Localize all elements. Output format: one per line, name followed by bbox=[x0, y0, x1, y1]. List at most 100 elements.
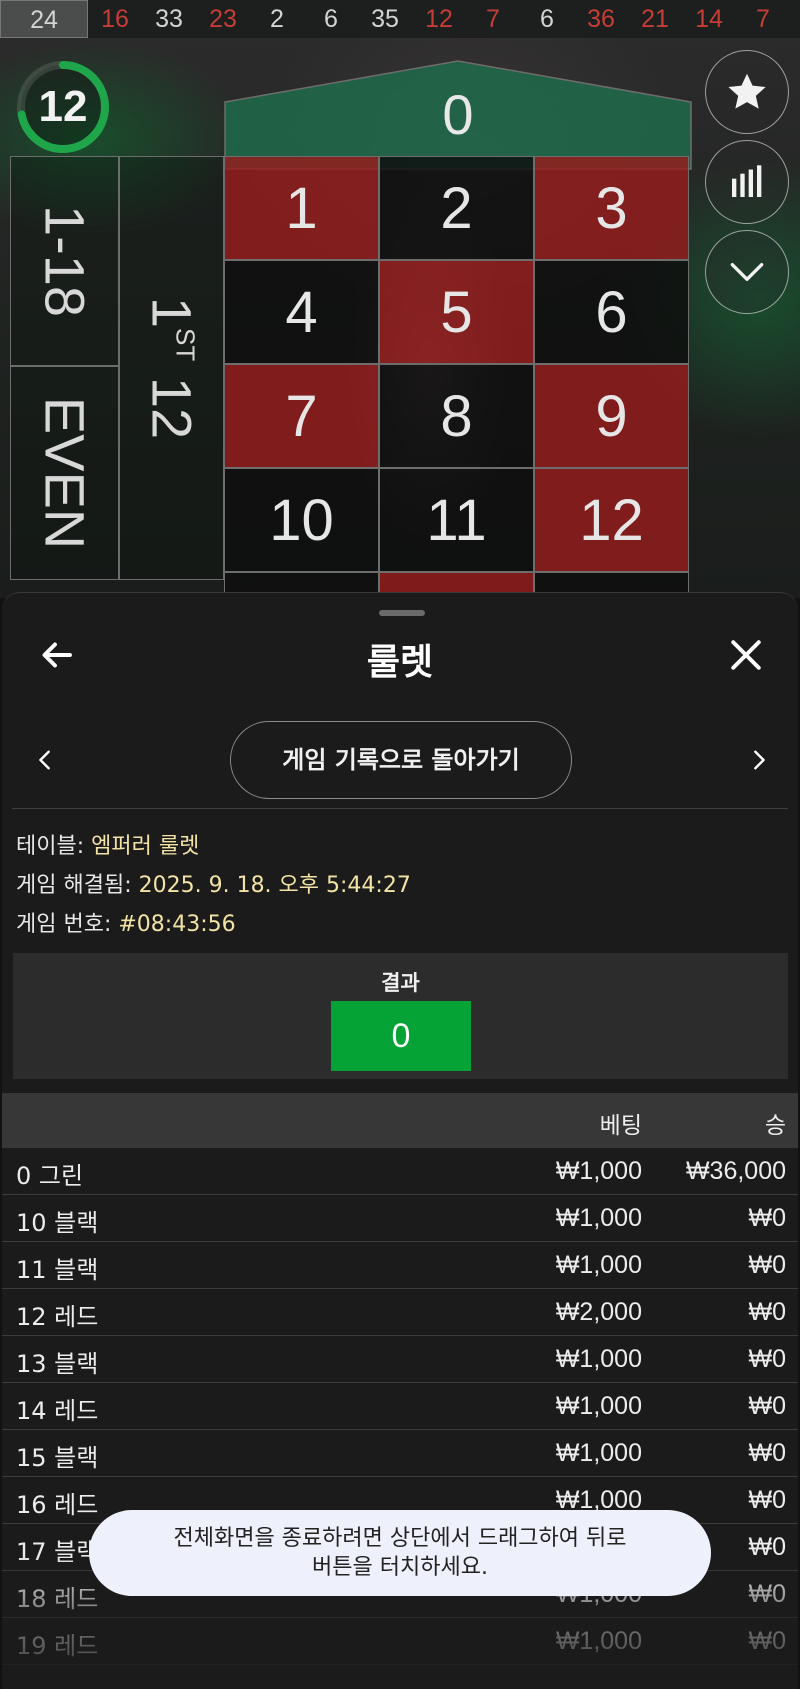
history-result: 21 bbox=[641, 4, 669, 33]
number-bet-cell[interactable]: 1 bbox=[224, 156, 379, 260]
bet-name: 19 레드 bbox=[16, 1632, 99, 1660]
history-result: 7 bbox=[486, 4, 500, 33]
number-bet-cell[interactable]: 12 bbox=[534, 468, 689, 572]
resolved-label: 게임 해결됨: bbox=[16, 873, 132, 898]
number-bet-cell[interactable]: 2 bbox=[379, 156, 534, 260]
number-bet-cell[interactable]: 7 bbox=[224, 364, 379, 468]
low-bet-label: 1-18 bbox=[33, 204, 96, 318]
bet-name: 13 블랙 bbox=[16, 1350, 99, 1378]
number-bet-cell[interactable]: 8 bbox=[379, 364, 534, 468]
result-panel: 결과 0 bbox=[13, 953, 788, 1079]
win-amount: ₩0 bbox=[748, 1345, 787, 1373]
zero-bet-label: 0 bbox=[442, 83, 474, 146]
sheet-drag-handle[interactable] bbox=[379, 610, 425, 616]
chevron-left-icon bbox=[39, 750, 50, 770]
win-amount: ₩0 bbox=[748, 1486, 787, 1514]
number-bet-cell[interactable]: 9 bbox=[534, 364, 689, 468]
bet-name: 0 그린 bbox=[16, 1162, 84, 1190]
bet-row: 10 블랙 ₩1,000 ₩0 bbox=[2, 1195, 798, 1242]
number-bet-cell[interactable]: 10 bbox=[224, 468, 379, 572]
bets-table-header: 베팅 승 bbox=[2, 1093, 798, 1148]
number-bet-cell[interactable]: 3 bbox=[534, 156, 689, 260]
close-icon bbox=[731, 640, 761, 670]
win-amount: ₩0 bbox=[748, 1251, 787, 1279]
even-bet-label: EVEN bbox=[33, 396, 96, 550]
bet-name: 11 블랙 bbox=[16, 1256, 99, 1284]
low-1-18-bet-cell[interactable]: 1-18 bbox=[10, 156, 119, 366]
bet-row: 0 그린 ₩1,000 ₩36,000 bbox=[2, 1148, 798, 1195]
bet-row: 11 블랙 ₩1,000 ₩0 bbox=[2, 1242, 798, 1289]
bet-amount: ₩1,000 bbox=[555, 1157, 642, 1185]
win-amount: ₩0 bbox=[748, 1627, 787, 1655]
star-icon bbox=[728, 73, 766, 109]
bet-name: 15 블랙 bbox=[16, 1444, 99, 1472]
next-game-button[interactable] bbox=[744, 745, 774, 775]
bar-chart-icon bbox=[732, 165, 762, 197]
win-amount: ₩36,000 bbox=[685, 1157, 786, 1185]
history-result: 16 bbox=[101, 4, 129, 33]
table-label: 테이블: bbox=[16, 834, 85, 859]
chevron-right-icon bbox=[754, 750, 765, 770]
fullscreen-exit-toast: 전체화면을 종료하려면 상단에서 드래그하여 뒤로 버튼을 터치하세요. bbox=[89, 1510, 711, 1596]
close-button[interactable] bbox=[726, 635, 766, 675]
history-result: 33 bbox=[155, 4, 183, 33]
toast-line-1: 전체화면을 종료하려면 상단에서 드래그하여 뒤로 bbox=[173, 1526, 627, 1551]
result-number-badge: 0 bbox=[331, 1001, 471, 1071]
history-result: 23 bbox=[209, 4, 237, 33]
chevron-down-icon bbox=[730, 263, 764, 281]
number-bet-cell[interactable]: 4 bbox=[224, 260, 379, 364]
number-bet-cell[interactable]: 5 bbox=[379, 260, 534, 364]
bet-amount: ₩1,000 bbox=[555, 1251, 642, 1279]
statistics-button[interactable] bbox=[705, 140, 789, 224]
history-result: 2 bbox=[270, 4, 284, 33]
table-info: 테이블: 엠퍼러 룰렛 bbox=[16, 828, 199, 860]
return-to-history-button[interactable]: 게임 기록으로 돌아가기 bbox=[230, 721, 572, 799]
resolved-value: 2025. 9. 18. 오후 5:44:27 bbox=[138, 873, 411, 898]
bet-amount: ₩2,000 bbox=[555, 1298, 642, 1326]
bet-name: 14 레드 bbox=[16, 1397, 99, 1425]
number-bet-cell[interactable]: 6 bbox=[534, 260, 689, 364]
history-result: 36 bbox=[587, 4, 615, 33]
history-result: 12 bbox=[425, 4, 453, 33]
bet-row: 12 레드 ₩2,000 ₩0 bbox=[2, 1289, 798, 1336]
win-amount: ₩0 bbox=[748, 1533, 787, 1561]
bet-row: 14 레드 ₩1,000 ₩0 bbox=[2, 1383, 798, 1430]
bet-name: 16 레드 bbox=[16, 1491, 99, 1519]
win-amount: ₩0 bbox=[748, 1298, 787, 1326]
divider bbox=[12, 808, 788, 809]
history-result: 6 bbox=[540, 4, 554, 33]
even-bet-cell[interactable]: EVEN bbox=[10, 366, 119, 580]
bet-row: 15 블랙 ₩1,000 ₩0 bbox=[2, 1430, 798, 1477]
bet-amount: ₩1,000 bbox=[555, 1204, 642, 1232]
bet-amount: ₩1,000 bbox=[555, 1392, 642, 1420]
win-amount: ₩0 bbox=[748, 1439, 787, 1467]
recent-results-bar: 24 16 33 23 2 6 35 12 7 6 36 21 14 7 bbox=[0, 0, 800, 38]
favorite-button[interactable] bbox=[705, 50, 789, 134]
win-amount: ₩0 bbox=[748, 1580, 787, 1608]
win-amount: ₩0 bbox=[748, 1392, 787, 1420]
history-result: 24 bbox=[0, 0, 88, 38]
previous-game-button[interactable] bbox=[30, 745, 60, 775]
bet-row: 13 블랙 ₩1,000 ₩0 bbox=[2, 1336, 798, 1383]
win-column-header: 승 bbox=[764, 1113, 786, 1139]
history-result: 35 bbox=[371, 4, 399, 33]
bet-name: 12 레드 bbox=[16, 1303, 99, 1331]
history-result: 6 bbox=[324, 4, 338, 33]
history-result: 7 bbox=[756, 4, 770, 33]
bet-amount: ₩1,000 bbox=[555, 1627, 642, 1655]
collapse-button[interactable] bbox=[705, 230, 789, 314]
toast-line-2: 버튼을 터치하세요. bbox=[312, 1555, 488, 1580]
bet-amount: ₩1,000 bbox=[555, 1345, 642, 1373]
result-label: 결과 bbox=[381, 971, 420, 995]
roulette-game-area: 12 0 1 2 3 4 5 6 7 8 9 10 11 12 1-18 EVEN 1ST 12 bbox=[0, 38, 800, 598]
win-amount: ₩0 bbox=[748, 1204, 787, 1232]
number-bet-cell[interactable]: 11 bbox=[379, 468, 534, 572]
countdown-timer-value: 12 bbox=[38, 82, 88, 131]
history-result: 14 bbox=[695, 4, 723, 33]
bet-name: 17 블랙 bbox=[16, 1538, 99, 1566]
bet-row: 19 레드 ₩1,000 ₩0 bbox=[2, 1618, 798, 1665]
first-dozen-bet-cell[interactable]: 1ST 12 bbox=[119, 156, 224, 580]
sheet-title: 룰렛 bbox=[366, 642, 434, 683]
game-number-label: 게임 번호: bbox=[16, 912, 112, 937]
game-number-info: 게임 번호: #08:43:56 bbox=[16, 906, 236, 938]
